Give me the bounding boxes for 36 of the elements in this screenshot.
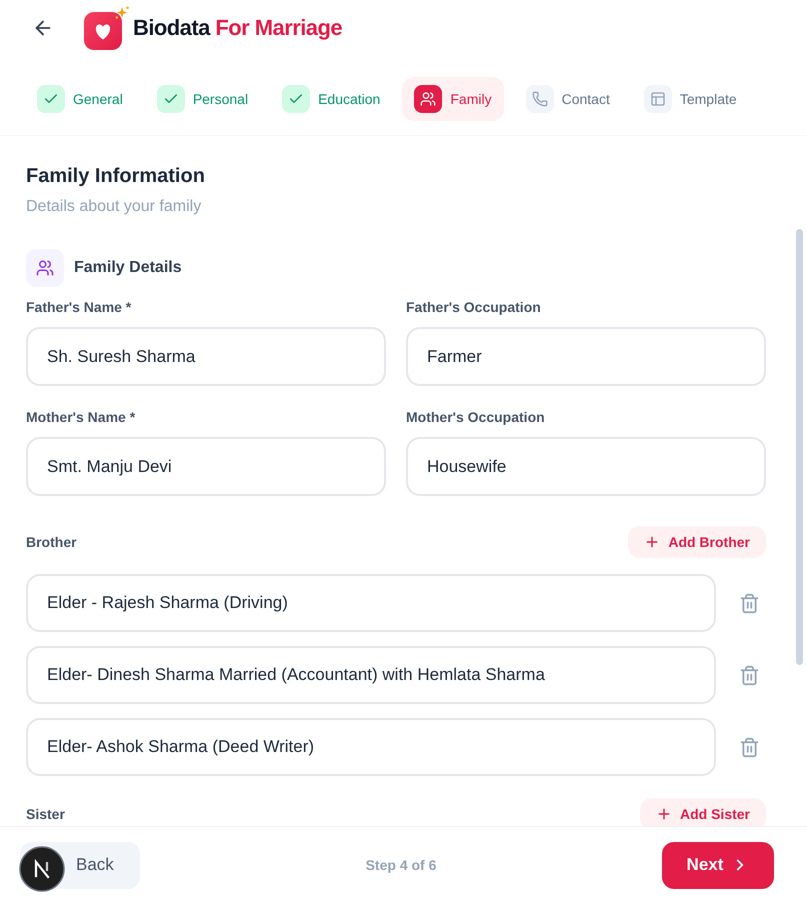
section-title: Family Information xyxy=(26,164,206,189)
next-button[interactable]: Next xyxy=(662,842,774,888)
section-label: Sister xyxy=(26,805,65,824)
text-field[interactable]: Farmer xyxy=(406,327,766,386)
step-tab[interactable]: Education xyxy=(270,77,392,121)
field-label: Mother's Name * xyxy=(26,408,136,427)
trash-icon xyxy=(738,592,760,614)
add-button[interactable]: Add Sister xyxy=(640,798,766,826)
plus-icon xyxy=(656,806,672,822)
add-button[interactable]: Add Brother xyxy=(628,526,766,558)
section-label: Brother xyxy=(26,533,77,552)
field-label: Mother's Occupation xyxy=(406,408,546,427)
step-counter: Step 4 of 6 xyxy=(366,856,436,875)
brother-field[interactable]: Elder - Rajesh Sharma (Driving) xyxy=(26,574,716,632)
plus-icon xyxy=(644,534,660,550)
subsection-heading: Family Details xyxy=(74,258,182,278)
step-tab[interactable]: Template xyxy=(632,77,749,121)
text-field[interactable]: Smt. Manju Devi xyxy=(26,437,386,496)
app-title: Biodata For Marriage xyxy=(133,14,342,42)
step-tab[interactable]: Personal xyxy=(144,77,260,121)
users-icon xyxy=(26,249,64,287)
brother-field[interactable]: Elder- Dinesh Sharma Married (Accountant) with Hemlata Sharma xyxy=(26,646,716,704)
section-subtitle: Details about your family xyxy=(26,197,202,217)
field-label: Father's Occupation xyxy=(406,298,542,317)
scrollbar-thumb[interactable] xyxy=(796,229,803,665)
brother-field[interactable]: Elder- Ashok Sharma (Deed Writer) xyxy=(26,718,716,776)
step-tab[interactable]: Contact xyxy=(514,77,622,121)
step-tab[interactable]: General xyxy=(25,77,135,121)
dev-indicator-icon[interactable] xyxy=(19,846,65,892)
trash-icon xyxy=(738,664,760,686)
heart-logo-icon xyxy=(84,6,130,50)
trash-icon xyxy=(738,736,760,758)
step-tab[interactable]: Family xyxy=(402,77,504,121)
text-field[interactable]: Sh. Suresh Sharma xyxy=(26,327,386,386)
field-label: Father's Name * xyxy=(26,298,132,317)
text-field[interactable]: Housewife xyxy=(406,437,766,496)
